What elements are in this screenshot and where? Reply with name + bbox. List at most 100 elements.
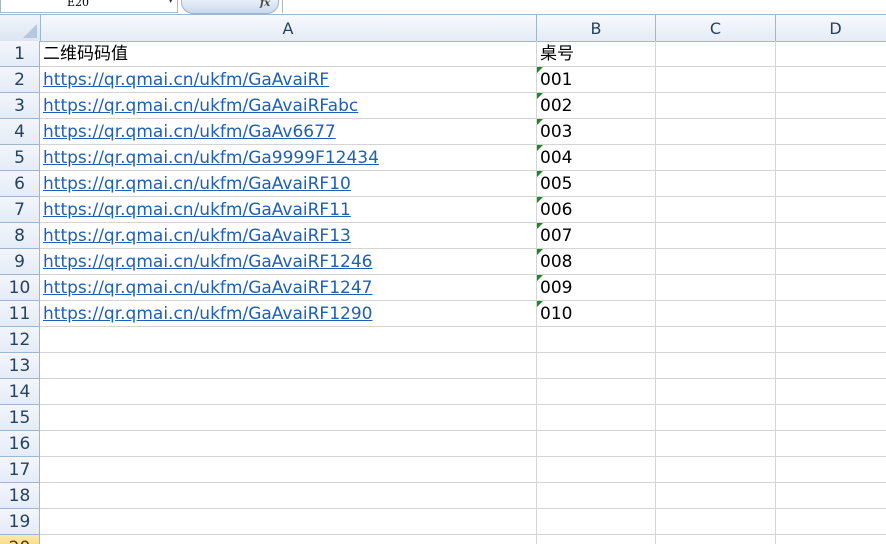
column-header-b[interactable]: B	[537, 15, 656, 41]
cell-b[interactable]	[537, 535, 656, 544]
select-all-button[interactable]	[0, 15, 41, 41]
row-header[interactable]: 6	[0, 171, 40, 197]
cell-a[interactable]	[40, 535, 537, 544]
cell-c[interactable]	[656, 171, 776, 197]
cell-b[interactable]	[537, 353, 656, 379]
cell-c[interactable]	[656, 223, 776, 249]
cell-b[interactable]: 桌号	[537, 41, 656, 67]
name-box[interactable]: E20 ▼	[0, 0, 178, 13]
cell-c[interactable]	[656, 119, 776, 145]
row-header[interactable]: 4	[0, 119, 40, 145]
cell-a[interactable]	[40, 509, 537, 535]
cell-b[interactable]: 009	[537, 275, 656, 301]
chevron-down-icon[interactable]: ▼	[168, 0, 173, 4]
hyperlink-cell[interactable]: https://qr.qmai.cn/ukfm/GaAvaiRF10	[40, 171, 537, 197]
hyperlink-cell[interactable]: https://qr.qmai.cn/ukfm/GaAvaiRF13	[40, 223, 537, 249]
cell-d[interactable]	[776, 405, 886, 431]
cell-b[interactable]	[537, 457, 656, 483]
row-header[interactable]: 3	[0, 93, 40, 119]
cell-c[interactable]	[656, 457, 776, 483]
cell-a[interactable]	[40, 379, 537, 405]
column-header-d[interactable]: D	[776, 15, 886, 41]
cell-b[interactable]	[537, 431, 656, 457]
row-header[interactable]: 18	[0, 483, 40, 509]
row-header[interactable]: 14	[0, 379, 40, 405]
cell-b[interactable]: 008	[537, 249, 656, 275]
cell-a[interactable]	[40, 353, 537, 379]
hyperlink-cell[interactable]: https://qr.qmai.cn/ukfm/GaAvaiRF1246	[40, 249, 537, 275]
row-header[interactable]: 16	[0, 431, 40, 457]
cell-b[interactable]	[537, 379, 656, 405]
cell-c[interactable]	[656, 353, 776, 379]
column-header-a[interactable]: A	[40, 15, 537, 41]
cell-d[interactable]	[776, 483, 886, 509]
row-header[interactable]: 8	[0, 223, 40, 249]
cell-c[interactable]	[656, 535, 776, 544]
formula-input[interactable]	[282, 0, 886, 13]
hyperlink-cell[interactable]: https://qr.qmai.cn/ukfm/GaAv6677	[40, 119, 537, 145]
cell-c[interactable]	[656, 67, 776, 93]
cell-a[interactable]	[40, 483, 537, 509]
cell-d[interactable]	[776, 431, 886, 457]
cell-a[interactable]	[40, 457, 537, 483]
row-header[interactable]: 11	[0, 301, 40, 327]
cell-b[interactable]: 005	[537, 171, 656, 197]
cell-d[interactable]	[776, 67, 886, 93]
cell-c[interactable]	[656, 145, 776, 171]
row-header[interactable]: 9	[0, 249, 40, 275]
insert-function-button[interactable]: fx	[181, 0, 279, 14]
row-header[interactable]: 7	[0, 197, 40, 223]
cell-d[interactable]	[776, 457, 886, 483]
cell-d[interactable]	[776, 301, 886, 327]
cell-b[interactable]	[537, 405, 656, 431]
cell-b[interactable]	[537, 509, 656, 535]
cell-b[interactable]: 001	[537, 67, 656, 93]
cell-c[interactable]	[656, 405, 776, 431]
hyperlink-cell[interactable]: https://qr.qmai.cn/ukfm/Ga9999F12434	[40, 145, 537, 171]
cell-d[interactable]	[776, 249, 886, 275]
cell-a[interactable]	[40, 327, 537, 353]
hyperlink-cell[interactable]: https://qr.qmai.cn/ukfm/GaAvaiRFabc	[40, 93, 537, 119]
cell-a[interactable]	[40, 431, 537, 457]
cell-b[interactable]: 010	[537, 301, 656, 327]
hyperlink-cell[interactable]: https://qr.qmai.cn/ukfm/GaAvaiRF1290	[40, 301, 537, 327]
cell-d[interactable]	[776, 145, 886, 171]
cell-b[interactable]	[537, 483, 656, 509]
cell-d[interactable]	[776, 275, 886, 301]
cell-d[interactable]	[776, 41, 886, 67]
cell-d[interactable]	[776, 535, 886, 544]
row-header[interactable]: 19	[0, 509, 40, 535]
cell-c[interactable]	[656, 275, 776, 301]
cell-d[interactable]	[776, 509, 886, 535]
cell-b[interactable]: 002	[537, 93, 656, 119]
hyperlink-cell[interactable]: https://qr.qmai.cn/ukfm/GaAvaiRF1247	[40, 275, 537, 301]
cell-d[interactable]	[776, 197, 886, 223]
cell-c[interactable]	[656, 249, 776, 275]
row-header[interactable]: 15	[0, 405, 40, 431]
row-header[interactable]: 10	[0, 275, 40, 301]
cell-c[interactable]	[656, 301, 776, 327]
cell-d[interactable]	[776, 327, 886, 353]
cell-a[interactable]: 二维码码值	[40, 41, 537, 67]
row-header[interactable]: 1	[0, 41, 40, 67]
cell-a[interactable]	[40, 405, 537, 431]
cell-b[interactable]: 003	[537, 119, 656, 145]
row-header[interactable]: 12	[0, 327, 40, 353]
cell-b[interactable]: 004	[537, 145, 656, 171]
cell-c[interactable]	[656, 379, 776, 405]
row-header[interactable]: 5	[0, 145, 40, 171]
row-header[interactable]: 20	[0, 535, 40, 544]
row-header[interactable]: 13	[0, 353, 40, 379]
row-header[interactable]: 17	[0, 457, 40, 483]
cell-d[interactable]	[776, 171, 886, 197]
cell-c[interactable]	[656, 41, 776, 67]
cell-c[interactable]	[656, 93, 776, 119]
cell-d[interactable]	[776, 119, 886, 145]
cell-c[interactable]	[656, 483, 776, 509]
cell-c[interactable]	[656, 509, 776, 535]
cell-d[interactable]	[776, 93, 886, 119]
cell-c[interactable]	[656, 197, 776, 223]
cell-d[interactable]	[776, 223, 886, 249]
cell-b[interactable]: 007	[537, 223, 656, 249]
row-header[interactable]: 2	[0, 67, 40, 93]
